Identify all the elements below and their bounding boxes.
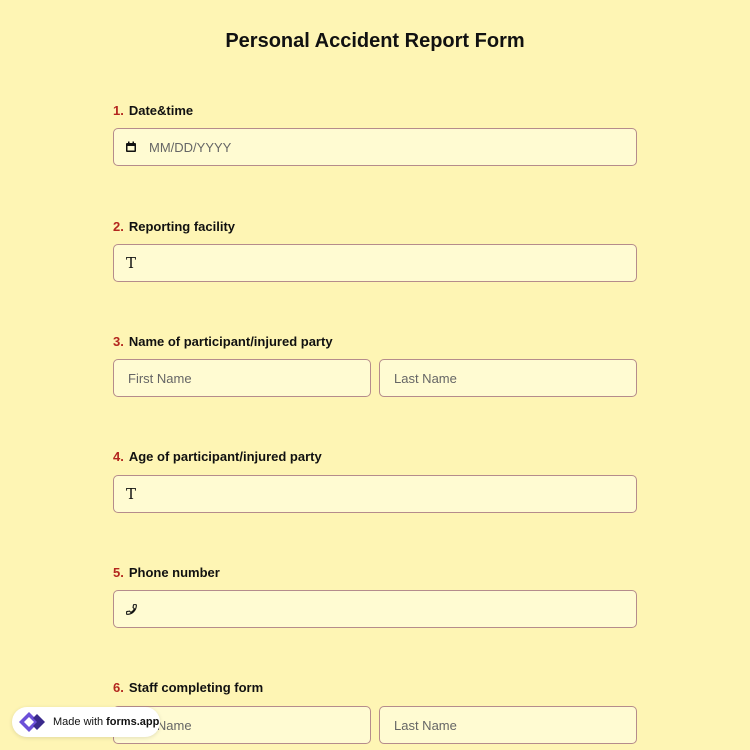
question-number: 5. bbox=[113, 564, 124, 580]
question-label: 4. Age of participant/injured party bbox=[113, 447, 637, 465]
date-time-field[interactable] bbox=[113, 128, 637, 166]
forms-app-logo-icon bbox=[17, 710, 47, 734]
question-staff-completing: 6. Staff completing form bbox=[113, 678, 637, 744]
calendar-icon bbox=[124, 140, 138, 154]
question-text: Name of participant/injured party bbox=[128, 333, 333, 349]
question-text: Staff completing form bbox=[128, 679, 264, 695]
reporting-facility-field[interactable]: T bbox=[113, 244, 637, 282]
question-text: Age of participant/injured party bbox=[128, 448, 322, 464]
participant-last-name-field[interactable] bbox=[379, 359, 637, 397]
question-number: 2. bbox=[113, 218, 124, 234]
text-type-icon: T bbox=[125, 253, 136, 272]
question-label: 3. Name of participant/injured party bbox=[113, 332, 637, 350]
question-label: 6. Staff completing form bbox=[113, 678, 637, 696]
question-label: 1. Date&time bbox=[113, 101, 637, 119]
question-phone-number: 5. Phone number bbox=[113, 563, 637, 628]
staff-last-name-field[interactable] bbox=[379, 706, 637, 744]
last-name-input[interactable] bbox=[380, 707, 636, 743]
date-time-input[interactable] bbox=[149, 129, 636, 165]
first-name-input[interactable] bbox=[114, 360, 370, 396]
made-with-text: Made with bbox=[53, 716, 104, 728]
question-text: Date&time bbox=[128, 102, 194, 118]
phone-number-field[interactable] bbox=[113, 590, 637, 628]
text-type-icon: T bbox=[125, 484, 136, 503]
participant-first-name-field[interactable] bbox=[113, 359, 371, 397]
brand-name: forms.app bbox=[106, 716, 160, 728]
question-number: 4. bbox=[113, 448, 124, 464]
last-name-input[interactable] bbox=[380, 360, 636, 396]
page-title: Personal Accident Report Form bbox=[225, 30, 525, 52]
question-text: Reporting facility bbox=[128, 218, 236, 234]
question-label: 5. Phone number bbox=[113, 563, 637, 581]
reporting-facility-input[interactable] bbox=[149, 245, 636, 281]
question-date-time: 1. Date&time bbox=[113, 101, 637, 166]
participant-age-field[interactable]: T bbox=[113, 475, 637, 513]
question-number: 6. bbox=[113, 679, 124, 695]
phone-number-input[interactable] bbox=[149, 591, 636, 627]
question-reporting-facility: 2. Reporting facility T bbox=[113, 217, 637, 282]
question-number: 1. bbox=[113, 102, 124, 118]
phone-icon bbox=[124, 602, 138, 616]
question-participant-age: 4. Age of participant/injured party T bbox=[113, 447, 637, 513]
participant-age-input[interactable] bbox=[149, 476, 636, 512]
question-number: 3. bbox=[113, 333, 124, 349]
question-participant-name: 3. Name of participant/injured party bbox=[113, 332, 637, 397]
form-page: Personal Accident Report Form 1. Date&ti… bbox=[0, 0, 750, 750]
question-text: Phone number bbox=[128, 564, 220, 580]
made-with-badge[interactable]: Made with forms.app bbox=[12, 707, 160, 737]
question-label: 2. Reporting facility bbox=[113, 217, 637, 235]
